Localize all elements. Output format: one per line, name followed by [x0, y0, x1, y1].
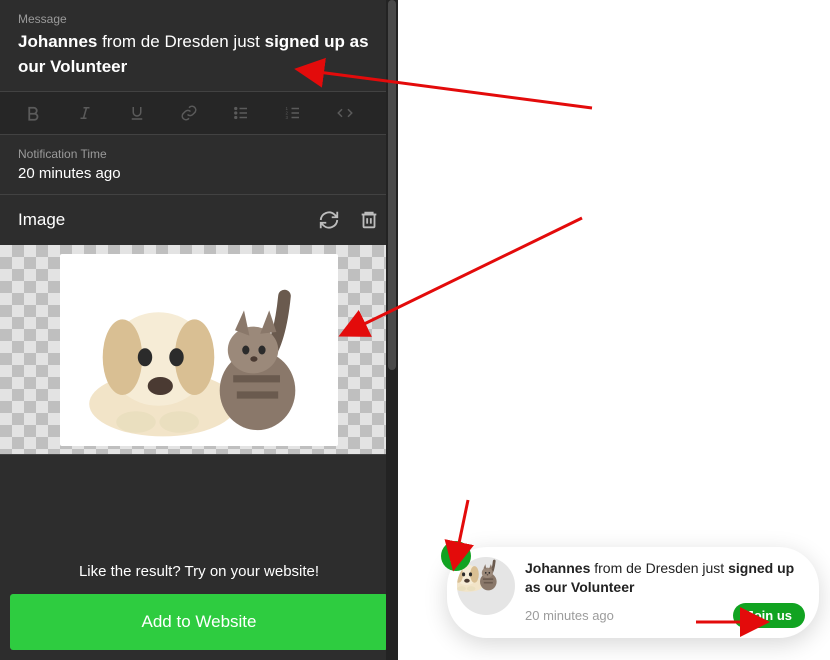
notif-bold-name: Johannes [525, 560, 590, 576]
code-button[interactable] [334, 102, 356, 124]
italic-button[interactable] [74, 102, 96, 124]
underline-button[interactable] [126, 102, 148, 124]
notification-bottom-row: 20 minutes ago Join us [525, 603, 805, 628]
replace-image-icon[interactable] [318, 209, 340, 231]
message-label: Message [18, 12, 380, 26]
add-to-website-button[interactable]: Add to Website [10, 594, 388, 650]
editor-scrollbar[interactable] [386, 0, 398, 660]
notification-body: Johannes from de Dresden just signed up … [525, 557, 805, 628]
scrollbar-thumb[interactable] [388, 0, 396, 370]
link-button[interactable] [178, 102, 200, 124]
join-us-button[interactable]: Join us [733, 603, 805, 628]
image-section-header: Image [0, 195, 398, 245]
editor-panel: Message Johannes from de Dresden just si… [0, 0, 398, 660]
message-bold-name: Johannes [18, 32, 97, 51]
notification-message: Johannes from de Dresden just signed up … [525, 559, 805, 597]
notification-time-label: Notification Time [18, 147, 380, 161]
notification-time: 20 minutes ago [525, 608, 723, 623]
bold-button[interactable] [22, 102, 44, 124]
notification-time-section: Notification Time 20 minutes ago [0, 135, 398, 195]
image-well[interactable] [0, 245, 398, 455]
notification-preview-card: Johannes from de Dresden just signed up … [447, 547, 819, 638]
cta-block: Like the result? Try on your website! Ad… [0, 545, 398, 660]
message-section: Message Johannes from de Dresden just si… [0, 0, 398, 92]
unordered-list-button[interactable] [230, 102, 252, 124]
ordered-list-button[interactable]: 123 [282, 102, 304, 124]
image-label: Image [18, 210, 318, 230]
image-preview [60, 254, 338, 446]
svg-text:3: 3 [286, 115, 289, 120]
image-actions [318, 209, 380, 231]
notification-time-value[interactable]: 20 minutes ago [18, 165, 380, 182]
message-mid: from de Dresden just [97, 32, 264, 51]
cta-text: Like the result? Try on your website! [10, 563, 388, 580]
notif-mid: from de Dresden just [590, 560, 728, 576]
delete-image-icon[interactable] [358, 209, 380, 231]
message-text[interactable]: Johannes from de Dresden just signed up … [18, 30, 380, 79]
rich-text-toolbar: 123 [0, 92, 398, 135]
